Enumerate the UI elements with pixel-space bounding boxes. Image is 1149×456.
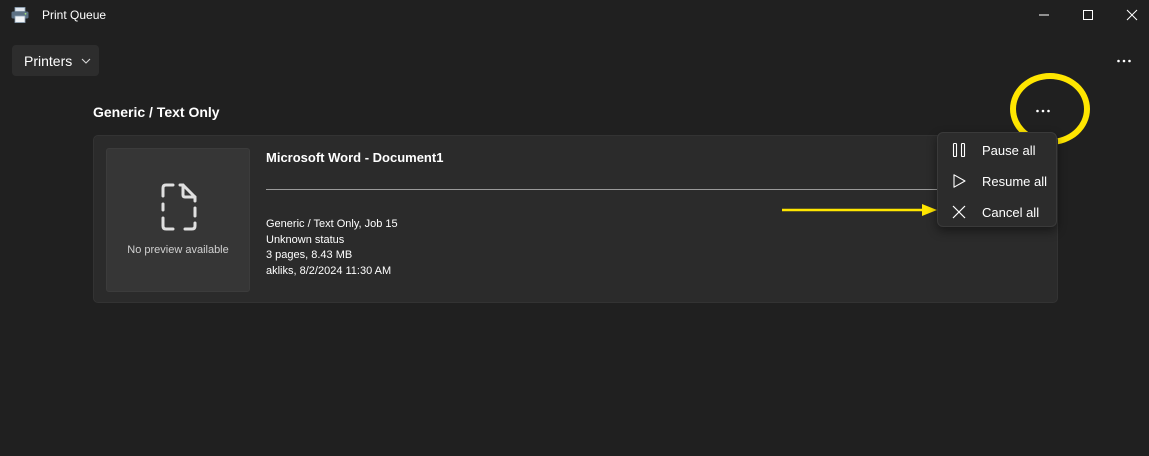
job-printer-and-number: Generic / Text Only, Job 15	[266, 218, 398, 230]
menu-item-label: Pause all	[982, 142, 1036, 158]
printers-dropdown-button[interactable]: Printers	[12, 45, 99, 76]
more-icon	[1117, 59, 1131, 63]
menu-item-label: Resume all	[982, 173, 1048, 189]
play-icon	[950, 172, 968, 190]
printer-context-menu: Pause all Resume all Cancel all	[937, 132, 1057, 227]
maximize-icon	[1083, 10, 1093, 20]
printer-name-heading: Generic / Text Only	[93, 104, 220, 120]
job-size: 3 pages, 8.43 MB	[266, 249, 353, 261]
more-options-button[interactable]	[1108, 49, 1140, 73]
print-queue-window: Print Queue Printers Generic / Text Only…	[0, 0, 1149, 456]
menu-item-resume-all[interactable]: Resume all	[942, 167, 1052, 195]
maximize-button[interactable]	[1066, 0, 1110, 30]
no-preview-label: No preview available	[127, 244, 229, 256]
document-placeholder-icon	[161, 183, 197, 231]
document-title: Microsoft Word - Document1	[266, 150, 444, 165]
close-icon	[950, 203, 968, 221]
window-title: Print Queue	[42, 8, 107, 22]
job-owner-and-time: akliks, 8/2/2024 11:30 AM	[266, 264, 392, 277]
job-status: Unknown status	[266, 233, 345, 246]
minimize-icon	[1039, 14, 1049, 16]
printer-icon	[11, 7, 29, 23]
job-progress-bar	[266, 189, 1046, 190]
arrow-annotation	[782, 204, 937, 216]
close-window-button[interactable]	[1110, 0, 1149, 30]
minimize-button[interactable]	[1022, 0, 1066, 30]
printers-label: Printers	[24, 52, 73, 69]
title-bar: Print Queue	[0, 0, 1149, 30]
menu-item-cancel-all[interactable]: Cancel all	[942, 198, 1052, 226]
close-icon	[1126, 9, 1138, 21]
print-job-card[interactable]: No preview available Microsoft Word - Do…	[93, 135, 1058, 303]
menu-item-label: Cancel all	[982, 204, 1040, 220]
pause-icon	[950, 141, 968, 159]
job-details: Generic / Text Only, Job 15 Unknown stat…	[266, 217, 398, 279]
document-preview: No preview available	[106, 148, 250, 292]
chevron-down-icon	[81, 58, 91, 64]
menu-item-pause-all[interactable]: Pause all	[942, 136, 1052, 164]
